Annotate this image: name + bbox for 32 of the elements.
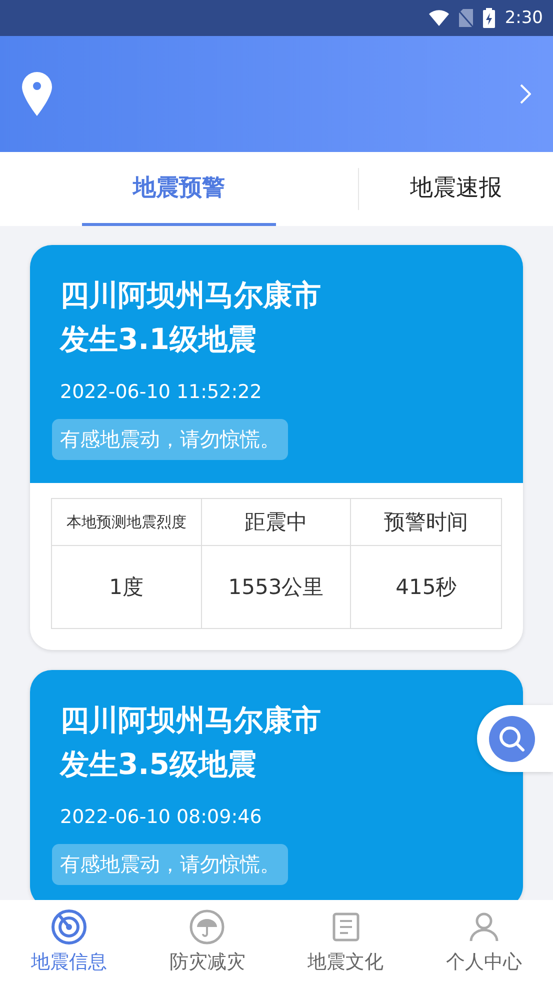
radar-icon bbox=[51, 908, 88, 944]
tab[interactable]: 地震速报 bbox=[359, 152, 553, 226]
earthquake-card[interactable]: 四川阿坝州马尔康市 发生3.1级地震 2022-06-10 11:52:22 有感地震动，请勿惊慌。 本地预测地震烈度 距震中 预警时间 1度 1553公里 415秒 bbox=[30, 245, 523, 650]
table-cell-text: 415秒 bbox=[394, 574, 458, 601]
earthquake-title: 四川阿坝州马尔康市 bbox=[59, 277, 321, 314]
umbrella-icon bbox=[189, 908, 226, 944]
table-header-cell: 预警时间 bbox=[351, 499, 501, 546]
earthquake-time: 2022-06-10 08:09:46 bbox=[60, 806, 262, 828]
notice-tag: 有感地震动，请勿惊慌。 bbox=[52, 419, 288, 460]
earthquake-card[interactable]: 四川阿坝州马尔康市 发生3.5级地震 2022-06-10 08:09:46 有感地震动，请勿惊慌。 bbox=[30, 670, 523, 900]
search-icon bbox=[489, 716, 535, 762]
earthquake-title: 四川阿坝州马尔康市 bbox=[59, 702, 321, 739]
notice-tag: 有感地震动，请勿惊慌。 bbox=[52, 844, 288, 885]
table-cell: 1553公里 bbox=[202, 546, 352, 628]
earthquake-title: 发生3.1级地震 bbox=[58, 321, 256, 358]
table-header-cell: 本地预测地震烈度 bbox=[52, 499, 202, 546]
chevron-right-icon[interactable] bbox=[520, 84, 531, 104]
search-button[interactable] bbox=[477, 705, 553, 772]
nav-item[interactable]: 地震信息 bbox=[0, 900, 138, 983]
battery-icon bbox=[482, 8, 495, 28]
location-pin-icon[interactable] bbox=[22, 72, 52, 116]
earthquake-time: 2022-06-10 11:52:22 bbox=[60, 381, 262, 403]
nav-item[interactable]: 个人中心 bbox=[414, 900, 553, 983]
nav-item[interactable]: 防灾减灾 bbox=[138, 900, 276, 983]
tab[interactable]: 地震预警 bbox=[82, 152, 276, 226]
earthquake-title: 发生3.5级地震 bbox=[58, 746, 256, 783]
table-cell: 1度 bbox=[52, 546, 202, 628]
nav-item[interactable]: 地震文化 bbox=[276, 900, 415, 983]
wifi-icon bbox=[428, 10, 449, 26]
status-time: 2:30 bbox=[504, 8, 543, 28]
table-header-cell: 距震中 bbox=[202, 499, 352, 546]
no-sim-icon bbox=[458, 9, 473, 27]
